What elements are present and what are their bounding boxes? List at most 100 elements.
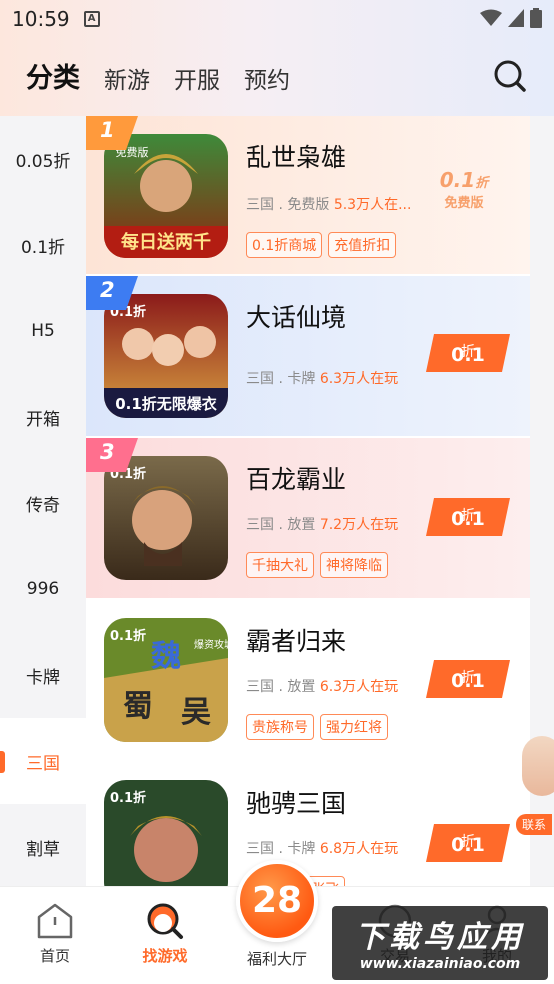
sidebar-item-0-05-discount[interactable]: 0.05折: [0, 116, 86, 202]
game-icon: 魏 蜀 吴 爆资攻城 0.1折: [104, 618, 228, 742]
nav-find-game-label: 找游戏: [142, 947, 188, 965]
icon-caption: 0.1折无限爆衣: [115, 395, 217, 413]
rank-badge: 2: [86, 276, 138, 310]
rank-badge: 3: [86, 438, 138, 472]
game-players: 6.8万人在玩: [319, 841, 399, 857]
find-game-icon: [145, 901, 185, 941]
game-list: 每日送两千 免费版 1 乱世枭雄 三国 . 免费版 5.3万人在... 0.1折…: [86, 116, 530, 886]
game-title: 霸者归来: [246, 627, 347, 656]
tab-server-open[interactable]: 开服: [174, 61, 220, 95]
icon-char: 魏: [151, 639, 181, 674]
game-meta: 三国 . 卡牌 6.3万人在玩: [246, 368, 398, 388]
tab-category[interactable]: 分类: [26, 56, 80, 95]
search-icon[interactable]: [492, 58, 528, 94]
game-meta: 三国 . 放置 7.2万人在玩: [246, 514, 398, 534]
avatar: [522, 736, 554, 796]
game-players: 6.3万人在玩: [319, 679, 399, 695]
game-icon: 0.1折无限爆衣 0.1折: [104, 294, 228, 418]
nav-home[interactable]: 首页: [10, 901, 100, 966]
watermark-title: 下载鸟应用: [355, 920, 525, 955]
notification-icon: A: [83, 11, 100, 27]
game-category: 三国 . 放置: [246, 517, 316, 533]
game-card[interactable]: 0.1折无限爆衣 0.1折 2 大话仙境 三国 . 卡牌 6.3万人在玩 0.1…: [86, 276, 530, 436]
nav-home-label: 首页: [39, 947, 70, 965]
tab-new-games[interactable]: 新游: [104, 61, 150, 95]
game-tags: 千抽大礼 神将降临: [246, 552, 388, 578]
rank-number: 1: [100, 118, 115, 142]
free-version-badge: 0.1折 免费版: [416, 168, 512, 224]
category-sidebar: 0.05折 0.1折 H5 开箱 传奇 996 卡牌 三国 割草: [0, 116, 86, 886]
nav-find-game[interactable]: 找游戏: [120, 901, 210, 966]
game-meta: 三国 . 卡牌 6.8万人在玩: [246, 838, 398, 858]
rank-number: 3: [100, 440, 115, 464]
status-icons: [480, 8, 542, 28]
game-category: 三国 . 免费版: [246, 197, 330, 213]
status-time: 10:59: [12, 7, 70, 31]
game-card[interactable]: 每日送两千 免费版 1 乱世枭雄 三国 . 免费版 5.3万人在... 0.1折…: [86, 116, 530, 274]
game-players: 5.3万人在...: [333, 197, 412, 213]
sidebar-item-mowing[interactable]: 割草: [0, 804, 86, 890]
icon-caption: 每日送两千: [121, 231, 211, 253]
game-category: 三国 . 放置: [246, 679, 316, 695]
status-bar: 10:59 A: [0, 0, 554, 38]
watermark-url: www.xiazainiao.com: [359, 956, 521, 972]
sidebar-item-996[interactable]: 996: [0, 546, 86, 632]
icon-char: 蜀: [123, 689, 153, 724]
game-icon: 0.1折: [104, 456, 228, 580]
game-category: 三国 . 卡牌: [246, 371, 316, 387]
badge-label: 免费版: [444, 196, 484, 211]
wifi-icon: [480, 9, 502, 26]
discount-value: 0.1: [451, 508, 485, 530]
game-category: 三国 . 卡牌: [246, 841, 316, 857]
tag: 贵族称号: [246, 714, 314, 740]
welfare-hall-button[interactable]: 28: [236, 860, 318, 942]
discount-value: 0.1: [451, 670, 485, 692]
sidebar-item-card[interactable]: 卡牌: [0, 632, 86, 718]
tag: 强力红将: [320, 714, 388, 740]
discount-value: 0.1: [451, 834, 485, 856]
game-icon: 0.1折: [104, 780, 228, 886]
icon-corner-label: 0.1折: [110, 790, 146, 806]
game-title: 乱世枭雄: [246, 143, 347, 172]
home-icon: [35, 901, 75, 941]
game-title: 驰骋三国: [246, 789, 347, 818]
icon-ribbon: 爆资攻城: [194, 638, 228, 651]
game-tags: 贵族称号 强力红将: [246, 714, 388, 740]
sidebar-item-three-kingdoms[interactable]: 三国: [0, 718, 86, 804]
badge-unit: 折: [475, 176, 489, 191]
sidebar-item-legend[interactable]: 传奇: [0, 460, 86, 546]
contact-label: 联系: [516, 814, 553, 835]
icon-char: 吴: [181, 695, 211, 730]
tag: 神将降临: [320, 552, 388, 578]
sidebar-item-h5[interactable]: H5: [0, 288, 86, 374]
game-tags: 0.1折商城 充值折扣: [246, 232, 397, 258]
game-title: 大话仙境: [246, 303, 347, 332]
discount-button[interactable]: 0.1 折: [426, 660, 510, 698]
tag: 千抽大礼: [246, 552, 314, 578]
discount-value: 0.1: [451, 344, 485, 366]
game-icon: 每日送两千 免费版: [104, 134, 228, 258]
badge-value: 0.1: [439, 168, 476, 192]
game-players: 6.3万人在玩: [319, 371, 399, 387]
tab-reservation[interactable]: 预约: [244, 61, 290, 95]
top-tabs: 分类 新游 开服 预约: [26, 56, 290, 95]
game-meta: 三国 . 免费版 5.3万人在...: [246, 194, 411, 214]
contact-float-button[interactable]: 联系: [516, 736, 554, 835]
game-title: 百龙霸业: [246, 465, 347, 494]
game-meta: 三国 . 放置 6.3万人在玩: [246, 676, 398, 696]
game-card[interactable]: 魏 蜀 吴 爆资攻城 0.1折 霸者归来 三国 . 放置 6.3万人在玩 贵族称…: [86, 600, 530, 760]
rank-number: 2: [100, 278, 115, 302]
sidebar-item-0-1-discount[interactable]: 0.1折: [0, 202, 86, 288]
sidebar-item-unbox[interactable]: 开箱: [0, 374, 86, 460]
watermark: 下载鸟应用 www.xiazainiao.com: [332, 906, 548, 980]
tag: 0.1折商城: [246, 232, 323, 258]
rank-badge: 1: [86, 116, 138, 150]
game-card[interactable]: 0.1折 驰骋三国 三国 . 卡牌 6.8万人在玩 ... 五星张飞 0.1折: [86, 762, 530, 886]
signal-icon: [508, 9, 524, 27]
game-card[interactable]: 0.1折 3 百龙霸业 三国 . 放置 7.2万人在玩 千抽大礼 神将降临 0.…: [86, 438, 530, 598]
discount-button[interactable]: 0.1 折: [426, 824, 510, 862]
discount-button[interactable]: 0.1 折: [426, 334, 510, 372]
tag: 充值折扣: [328, 232, 397, 258]
nav-welfare-label: 福利大厅: [246, 950, 307, 968]
discount-button[interactable]: 0.1 折: [426, 498, 510, 536]
